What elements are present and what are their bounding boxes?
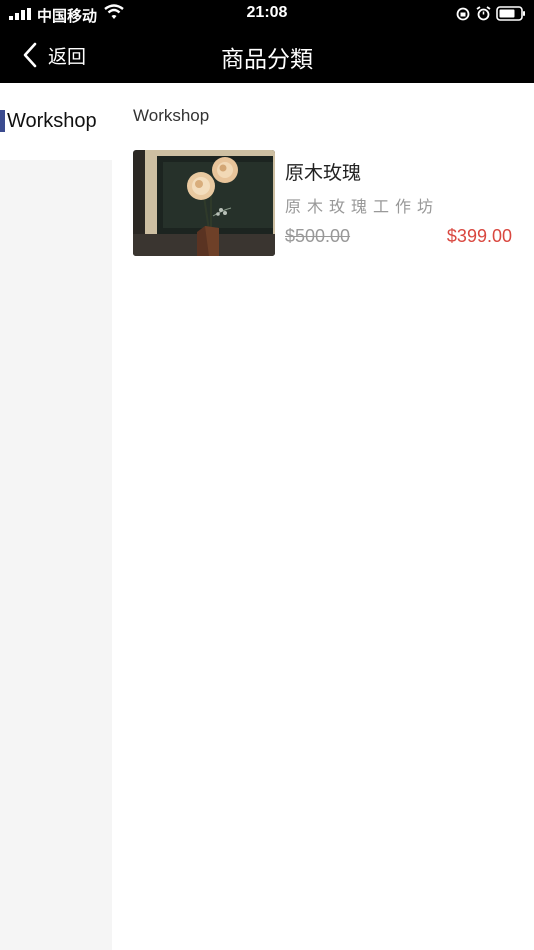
- alarm-icon: [476, 6, 491, 21]
- section-title: Workshop: [133, 106, 210, 125]
- sidebar-item-workshop[interactable]: Workshop: [0, 83, 112, 160]
- product-image[interactable]: [133, 150, 275, 256]
- product-subtitle: 原木玫瑰工作坊: [285, 199, 440, 216]
- sale-price: $399.00: [446, 226, 512, 246]
- battery-icon: [496, 6, 525, 21]
- wooden-rose-photo: [133, 150, 275, 256]
- category-sidebar: Workshop: [0, 83, 112, 950]
- navigation-bar: 返回 商品分類: [0, 28, 534, 83]
- product-card[interactable]: 原木玫瑰 原木玫瑰工作坊 $500.00 $399.00: [133, 150, 518, 256]
- original-price: $500.00: [285, 226, 351, 246]
- rotation-lock-icon: [456, 7, 470, 21]
- selected-indicator: [0, 110, 5, 132]
- product-name: 原木玫瑰: [285, 163, 362, 184]
- status-bar: 中国移动 21:08: [0, 0, 534, 28]
- clock: 21:08: [246, 4, 288, 21]
- sidebar-item-label: Workshop: [7, 110, 97, 132]
- page-title: 商品分類: [221, 46, 313, 72]
